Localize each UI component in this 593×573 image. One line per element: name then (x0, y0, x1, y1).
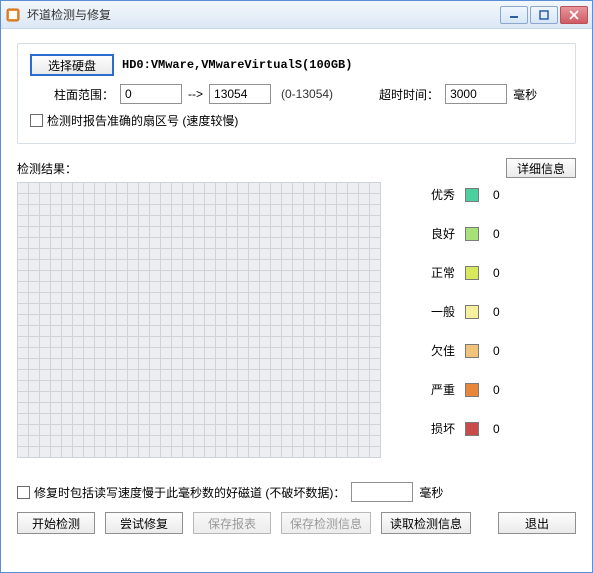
save-detect-info-button[interactable]: 保存检测信息 (281, 512, 371, 534)
start-detect-button[interactable]: 开始检测 (17, 512, 95, 534)
repair-slow-label: 修复时包括读写速度慢于此毫秒数的好磁道 (不破坏数据)： (34, 484, 345, 501)
legend-count: 0 (493, 188, 513, 202)
exit-button[interactable]: 退出 (498, 512, 576, 534)
cylinder-end-input[interactable] (209, 84, 271, 104)
try-repair-button[interactable]: 尝试修复 (105, 512, 183, 534)
repair-ms-unit: 毫秒 (419, 484, 443, 501)
legend-item: 一般 0 (421, 303, 513, 320)
accurate-sector-checkbox[interactable] (30, 114, 43, 127)
legend-item: 正常 0 (421, 264, 513, 281)
app-icon (5, 7, 21, 23)
legend-swatch (465, 188, 479, 202)
legend-count: 0 (493, 422, 513, 436)
cylinder-hint: (0-13054) (281, 87, 333, 101)
legend-item: 欠佳 0 (421, 342, 513, 359)
legend-label: 严重 (421, 381, 455, 398)
legend-item: 损坏 0 (421, 420, 513, 437)
legend-swatch (465, 305, 479, 319)
legend: 优秀 0 良好 0 正常 0 一般 0 欠佳 0 严重 0 损坏 0 (421, 182, 513, 437)
repair-slow-checkbox[interactable] (17, 486, 30, 499)
legend-swatch (465, 344, 479, 358)
legend-label: 损坏 (421, 420, 455, 437)
legend-swatch (465, 383, 479, 397)
legend-item: 良好 0 (421, 225, 513, 242)
timeout-label: 超时时间： (379, 86, 439, 103)
legend-count: 0 (493, 266, 513, 280)
legend-count: 0 (493, 344, 513, 358)
legend-item: 优秀 0 (421, 186, 513, 203)
accurate-sector-label: 检测时报告准确的扇区号 (速度较慢) (47, 112, 238, 129)
disk-info: HD0:VMware,VMwareVirtualS(100GB) (122, 58, 352, 72)
client-area: 选择硬盘 HD0:VMware,VMwareVirtualS(100GB) 柱面… (1, 29, 592, 572)
cylinder-range-label: 柱面范围： (54, 86, 114, 103)
app-window: 坏道检测与修复 选择硬盘 HD0:VMware,VMwareVirtualS(1… (0, 0, 593, 573)
maximize-button[interactable] (530, 6, 558, 24)
details-button[interactable]: 详细信息 (506, 158, 576, 178)
window-title: 坏道检测与修复 (27, 6, 500, 23)
window-controls (500, 6, 588, 24)
legend-swatch (465, 266, 479, 280)
legend-count: 0 (493, 227, 513, 241)
sector-grid (17, 182, 393, 468)
legend-label: 一般 (421, 303, 455, 320)
titlebar: 坏道检测与修复 (1, 1, 592, 29)
legend-count: 0 (493, 383, 513, 397)
legend-label: 良好 (421, 225, 455, 242)
legend-item: 严重 0 (421, 381, 513, 398)
legend-swatch (465, 422, 479, 436)
arrow-icon: --> (188, 87, 203, 101)
settings-group: 选择硬盘 HD0:VMware,VMwareVirtualS(100GB) 柱面… (17, 43, 576, 144)
repair-ms-input[interactable] (351, 482, 413, 502)
result-label: 检测结果： (17, 160, 77, 177)
legend-label: 优秀 (421, 186, 455, 203)
load-detect-info-button[interactable]: 读取检测信息 (381, 512, 471, 534)
close-button[interactable] (560, 6, 588, 24)
legend-label: 欠佳 (421, 342, 455, 359)
timeout-unit: 毫秒 (513, 86, 537, 103)
legend-swatch (465, 227, 479, 241)
footer-buttons: 开始检测 尝试修复 保存报表 保存检测信息 读取检测信息 退出 (17, 512, 576, 534)
legend-count: 0 (493, 305, 513, 319)
legend-label: 正常 (421, 264, 455, 281)
minimize-button[interactable] (500, 6, 528, 24)
timeout-input[interactable] (445, 84, 507, 104)
cylinder-start-input[interactable] (120, 84, 182, 104)
select-disk-button[interactable]: 选择硬盘 (30, 54, 114, 76)
save-report-button[interactable]: 保存报表 (193, 512, 271, 534)
